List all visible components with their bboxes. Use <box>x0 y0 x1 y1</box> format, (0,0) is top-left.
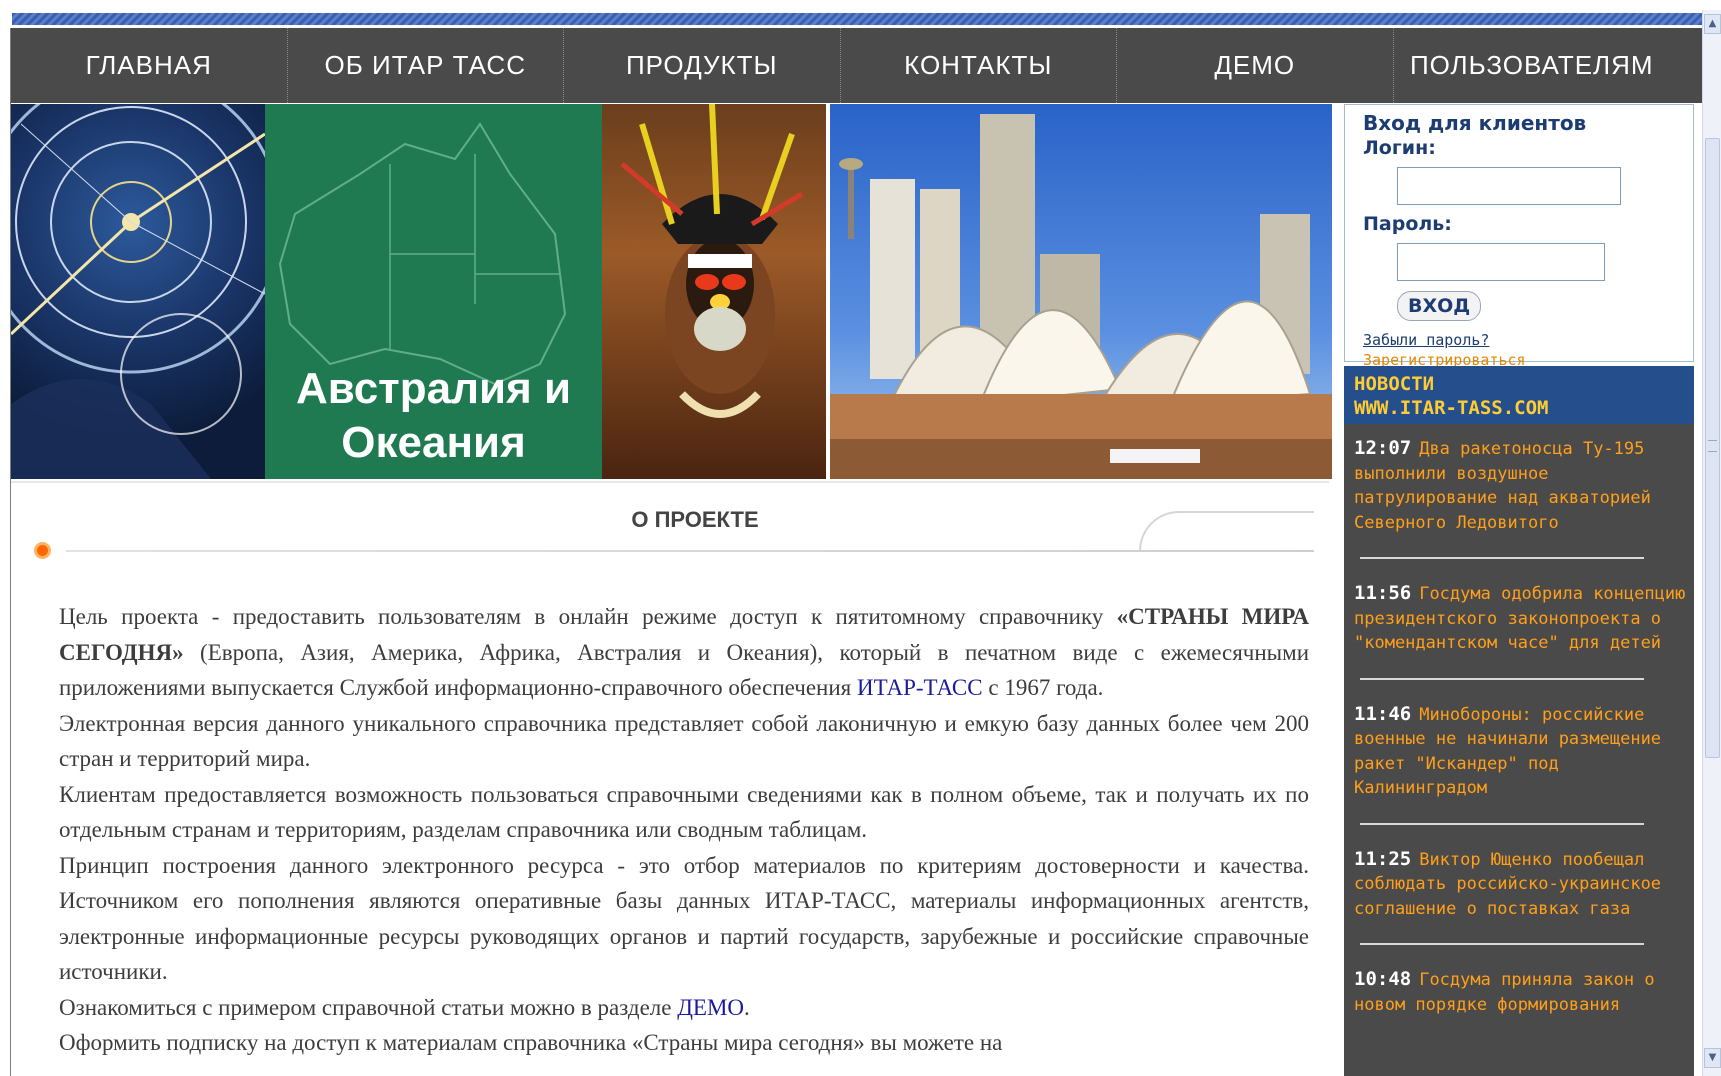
news-panel: НОВОСТИ WWW.ITAR-TASS.COM 12:07 Два ракет… <box>1344 366 1694 1076</box>
news-separator <box>1360 943 1644 945</box>
paragraph-electronic-version: Электронная версия данного уникального с… <box>59 710 1309 772</box>
scroll-up-arrow-icon[interactable]: ▲ <box>1704 14 1721 34</box>
news-header-title: НОВОСТИ <box>1354 373 1435 395</box>
header-banner: Австралия и Океания <box>11 104 1332 479</box>
login-label: Логин: <box>1363 137 1436 159</box>
paragraph-principle: Принцип построения данного электронного … <box>59 852 1309 985</box>
top-strip <box>0 0 1721 28</box>
paragraph-clients: Клиентам предоставляется возможность пол… <box>59 781 1309 843</box>
nav-item-products[interactable]: ПРОДУКТЫ <box>564 28 841 103</box>
news-item[interactable]: 12:07 Два ракетоносца Ту-195 выполнили во… <box>1344 424 1694 535</box>
login-panel-title: Вход для клиентов <box>1363 111 1587 135</box>
banner-title-line1: Австралия и <box>295 364 572 413</box>
section-divider <box>66 550 1314 552</box>
itar-tass-link[interactable]: ИТАР-ТАСС <box>857 675 983 700</box>
news-separator <box>1360 557 1644 559</box>
news-item[interactable]: 11:25 Виктор Ющенко пообещал соблюдать ро… <box>1344 835 1694 922</box>
top-pattern-bar <box>12 13 1702 25</box>
paragraph-subscription: Оформить подписку на доступ к материалам… <box>59 1030 1003 1055</box>
news-time: 12:07 <box>1354 437 1412 459</box>
section-title: О ПРОЕКТЕ <box>631 507 759 532</box>
news-time: 11:46 <box>1354 702 1412 725</box>
news-item[interactable]: 11:56 Госдума одобрила концепцию президен… <box>1344 569 1694 656</box>
main-nav: ГЛАВНАЯ ОБ ИТАР ТАСС ПРОДУКТЫ КОНТАКТЫ Д… <box>11 28 1702 103</box>
password-input[interactable] <box>1397 243 1605 281</box>
nav-item-home[interactable]: ГЛАВНАЯ <box>11 28 288 103</box>
paragraph-demo: Ознакомиться с примером справочной стать… <box>59 994 750 1020</box>
astronomical-clock-image <box>11 104 265 479</box>
news-separator <box>1360 677 1644 680</box>
news-separator <box>1360 822 1644 825</box>
news-time: 11:56 <box>1354 582 1412 604</box>
demo-link[interactable]: ДЕМО <box>677 995 744 1020</box>
banner-title-line2: Океания <box>341 418 526 467</box>
news-header-site: WWW.ITAR-TASS.COM <box>1354 397 1549 419</box>
client-login-panel: Вход для клиентов Логин: Пароль: ВХОД За… <box>1344 104 1694 369</box>
nav-item-users[interactable]: ПОЛЬЗОВАТЕЛЯМ <box>1394 28 1671 103</box>
sydney-opera-house-image <box>830 104 1332 479</box>
news-item[interactable]: 11:46 Минобороны: российские военные не н… <box>1344 690 1694 801</box>
news-time: 10:48 <box>1354 968 1412 990</box>
scroll-down-arrow-icon[interactable]: ▼ <box>1704 1048 1721 1068</box>
nav-item-about[interactable]: ОБ ИТАР ТАСС <box>288 28 564 103</box>
news-item[interactable]: 10:48 Госдума приняла закон о новом поряд… <box>1344 955 1694 1017</box>
login-input[interactable] <box>1397 167 1621 205</box>
login-submit-button[interactable]: ВХОД <box>1397 291 1482 321</box>
paragraph-goal: Цель проекта - предоставить пользователя… <box>59 604 1309 700</box>
nav-item-contacts[interactable]: КОНТАКТЫ <box>841 28 1117 103</box>
about-text: Цель проекта - предоставить пользователя… <box>59 599 1309 1061</box>
tribal-man-image <box>602 104 826 479</box>
news-header[interactable]: НОВОСТИ WWW.ITAR-TASS.COM <box>1344 366 1694 424</box>
password-label: Пароль: <box>1363 213 1452 235</box>
banner-title: Австралия и Океания <box>265 362 602 470</box>
bullet-dot-icon <box>34 542 51 559</box>
news-time: 11:25 <box>1354 847 1412 870</box>
scrollbar-grip-icon <box>1708 440 1717 452</box>
nav-item-demo[interactable]: ДЕМО <box>1117 28 1394 103</box>
forgot-password-link[interactable]: Забыли пароль? <box>1363 331 1675 349</box>
about-section: О ПРОЕКТЕ Цель проекта - предоставить по… <box>11 481 1329 1076</box>
